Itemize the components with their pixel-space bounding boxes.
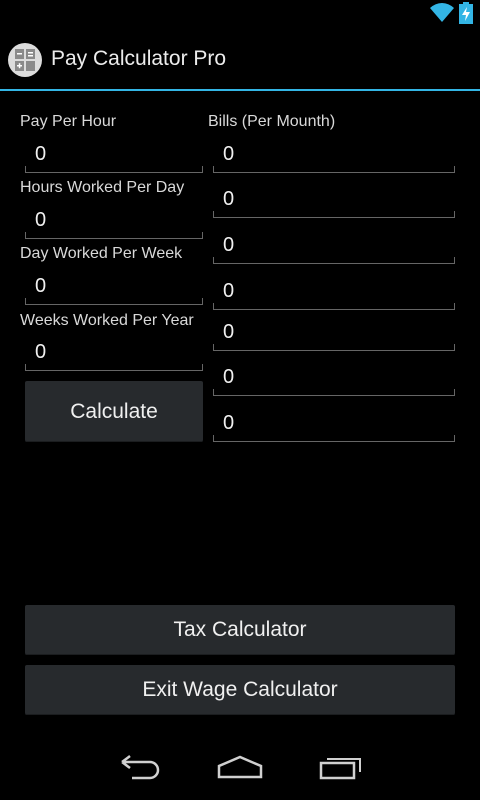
hours-per-day-value: 0	[35, 209, 47, 231]
bill-input-7[interactable]: 0	[213, 406, 455, 442]
back-icon[interactable]	[118, 752, 162, 782]
exit-wage-calculator-button[interactable]: Exit Wage Calculator	[25, 665, 455, 715]
bill-value-7: 0	[223, 412, 235, 434]
recent-apps-icon[interactable]	[318, 752, 364, 782]
pay-per-hour-label: Pay Per Hour	[20, 113, 117, 130]
hours-per-day-label: Hours Worked Per Day	[20, 179, 185, 196]
bill-value-5: 0	[223, 321, 235, 343]
pay-per-hour-input[interactable]: 0	[25, 137, 203, 173]
days-per-week-input[interactable]: 0	[25, 269, 203, 305]
navigation-bar	[0, 736, 480, 800]
action-bar: Pay Calculator Pro	[0, 25, 480, 89]
tax-calculator-button[interactable]: Tax Calculator	[25, 605, 455, 655]
weeks-per-year-input[interactable]: 0	[25, 335, 203, 371]
wifi-icon	[430, 3, 454, 23]
status-bar	[0, 0, 480, 25]
bill-input-6[interactable]: 0	[213, 360, 455, 396]
bills-label: Bills (Per Mounth)	[208, 113, 336, 130]
days-per-week-value: 0	[35, 275, 47, 297]
bill-input-5[interactable]: 0	[213, 315, 455, 351]
app-title: Pay Calculator Pro	[51, 47, 227, 70]
weeks-per-year-label: Weeks Worked Per Year	[20, 312, 194, 329]
hours-per-day-input[interactable]: 0	[25, 203, 203, 239]
days-per-week-label: Day Worked Per Week	[20, 245, 183, 262]
pay-per-hour-value: 0	[35, 143, 47, 165]
calculator-icon	[8, 43, 42, 77]
bill-value-3: 0	[223, 234, 235, 256]
weeks-per-year-value: 0	[35, 341, 47, 363]
action-bar-divider	[0, 89, 480, 91]
bill-value-6: 0	[223, 366, 235, 388]
bill-input-1[interactable]: 0	[213, 137, 455, 173]
bill-input-3[interactable]: 0	[213, 228, 455, 264]
home-icon[interactable]	[216, 752, 264, 782]
bill-value-1: 0	[223, 143, 235, 165]
bill-input-2[interactable]: 0	[213, 182, 455, 218]
bill-value-2: 0	[223, 188, 235, 210]
bill-input-4[interactable]: 0	[213, 274, 455, 310]
calculate-button[interactable]: Calculate	[25, 381, 203, 442]
battery-charging-icon	[459, 2, 473, 24]
bill-value-4: 0	[223, 280, 235, 302]
